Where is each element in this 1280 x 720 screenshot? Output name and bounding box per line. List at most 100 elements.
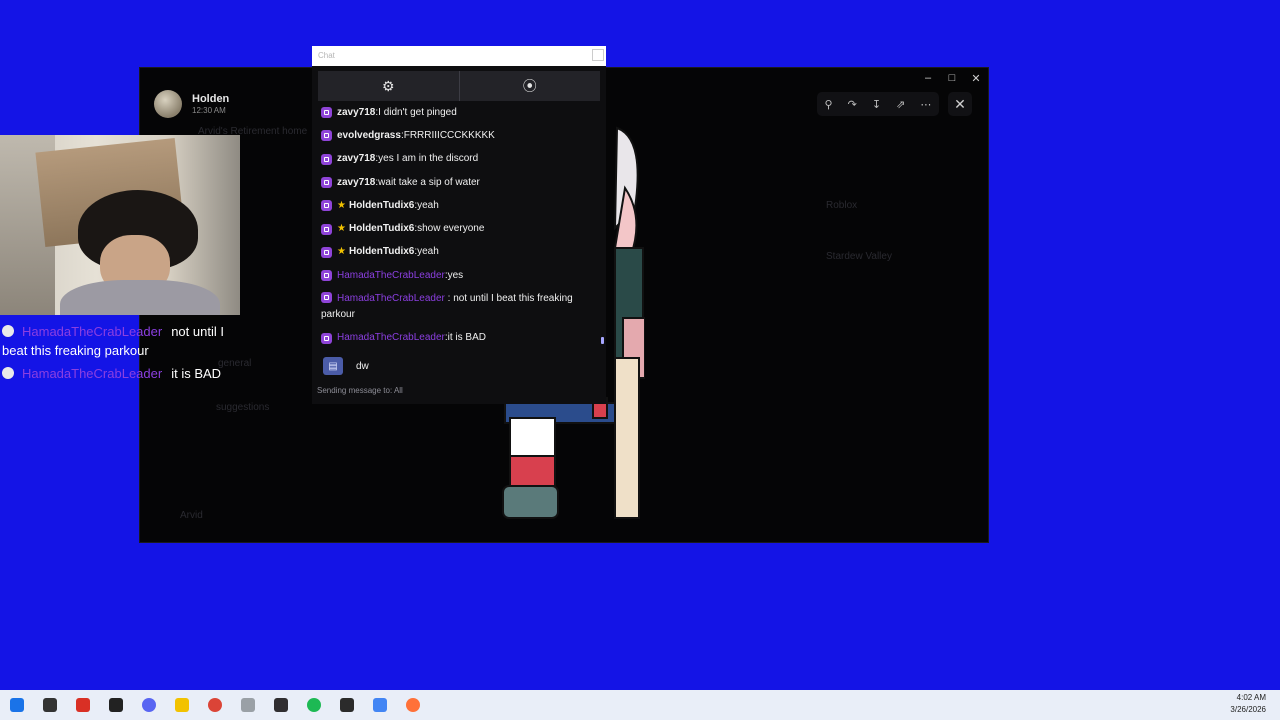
overlay-chat-line: HamadaTheCrabLeader it is BAD: [2, 366, 221, 381]
activity-stardew: Stardew Valley: [826, 251, 892, 262]
chat-message: zavy718 : yes I am in the discord: [317, 148, 597, 171]
twitch-icon: [321, 107, 332, 119]
close-window-icon[interactable]: ✕: [964, 68, 988, 88]
chrome-icon[interactable]: [198, 690, 231, 720]
close-chat-icon[interactable]: [592, 49, 604, 61]
chat-message: HamadaTheCrabLeader : it is BAD: [317, 326, 597, 349]
star-icon: ★: [337, 223, 346, 235]
maximize-icon[interactable]: □: [940, 68, 964, 88]
star-icon: ★: [337, 199, 346, 211]
popout-icon[interactable]: ⦿: [458, 71, 601, 101]
app-gray-icon[interactable]: [231, 690, 264, 720]
voice-user-name: Arvid: [180, 510, 203, 521]
chat-username[interactable]: evolvedgrass: [337, 128, 401, 144]
chat-text: FRRRIIICCCKKKKK: [403, 129, 495, 141]
app-red-icon[interactable]: [66, 690, 99, 720]
chat-username[interactable]: zavy718: [337, 105, 375, 121]
windows-start-icon[interactable]: [0, 690, 33, 720]
folder-icon[interactable]: [165, 690, 198, 720]
twitch-icon: [321, 246, 332, 258]
chat-username[interactable]: HamadaTheCrabLeader: [337, 330, 445, 346]
chat-message: zavy718 : I didn't get pinged: [317, 101, 597, 124]
download-icon[interactable]: ↧: [872, 98, 881, 111]
open-external-icon[interactable]: ⇗: [896, 98, 905, 111]
chat-titlebar: Chat: [312, 46, 606, 66]
channel-general: general: [218, 358, 252, 369]
message-icon: ▤: [323, 357, 343, 375]
chat-username[interactable]: HamadaTheCrabLeader: [337, 293, 445, 304]
forward-icon[interactable]: ↷: [848, 98, 857, 111]
skull-icon: [2, 367, 14, 379]
overlay-text: not until I: [171, 324, 224, 339]
chat-title: Chat: [318, 51, 335, 60]
chat-message-list: zavy718 : I didn't get pinged evolvedgra…: [317, 101, 597, 350]
skull-icon: [2, 325, 14, 337]
upload-time: 12:30 AM: [192, 106, 226, 115]
overlay-username: HamadaTheCrabLeader: [22, 324, 163, 339]
chat-message: ★ HoldenTudix6 : yeah: [317, 241, 597, 264]
overlay-chat-line: HamadaTheCrabLeader not until I: [2, 324, 224, 339]
uploader-info: Holden 12:30 AM: [154, 90, 229, 118]
app-multicolor-icon[interactable]: [363, 690, 396, 720]
chat-username[interactable]: HoldenTudix6: [349, 221, 414, 237]
twitch-icon: [321, 130, 332, 142]
channel-suggestions: suggestions: [216, 402, 270, 413]
chat-text: wait take a sip of water: [378, 176, 480, 188]
chat-message: ★ HoldenTudix6 : yeah: [317, 194, 597, 217]
twitch-icon: [321, 270, 332, 282]
terminal-icon[interactable]: [330, 690, 363, 720]
twitch-icon: [321, 200, 332, 212]
chat-text: show everyone: [417, 223, 485, 235]
chat-username[interactable]: HoldenTudix6: [349, 244, 414, 260]
chat-message: HamadaTheCrabLeader : not until I beat t…: [317, 287, 597, 326]
webcam-feed: [0, 135, 240, 315]
chat-username[interactable]: zavy718: [337, 175, 375, 191]
settings-icon[interactable]: ⚙: [318, 71, 459, 101]
sending-to-label: Sending message to: All: [317, 386, 403, 395]
chat-popout: Chat ⚙ ⦿ zavy718 : I didn't get pinged e…: [312, 46, 606, 404]
avatar: [154, 90, 182, 118]
twitch-icon: [321, 153, 332, 165]
discord-icon[interactable]: [132, 690, 165, 720]
uploader-name: Holden: [192, 93, 230, 105]
window-controls: – □ ✕: [916, 68, 988, 88]
more-icon[interactable]: ⋯: [920, 98, 931, 111]
chat-separator: :: [444, 293, 454, 305]
chat-input[interactable]: ▤ dw: [318, 353, 600, 379]
chat-message: zavy718 : wait take a sip of water: [317, 171, 597, 194]
overlay-text: it is BAD: [171, 366, 222, 381]
twitch-icon: [321, 177, 332, 189]
chat-text: I didn't get pinged: [378, 106, 457, 118]
minimize-icon[interactable]: –: [916, 68, 940, 88]
obs-icon[interactable]: [264, 690, 297, 720]
clock-date: 3/26/2026: [1230, 705, 1266, 714]
overlay-text: beat this freaking parkour: [2, 343, 149, 358]
taskbar-apps: [0, 690, 429, 720]
chat-text: yeah: [417, 199, 439, 211]
chat-text: it is BAD: [447, 332, 486, 344]
twitch-icon: [321, 332, 332, 344]
chat-username[interactable]: HamadaTheCrabLeader: [337, 268, 445, 284]
chat-username[interactable]: zavy718: [337, 151, 375, 167]
chat-message: ★ HoldenTudix6 : show everyone: [317, 217, 597, 240]
star-icon: ★: [337, 246, 346, 258]
chat-username[interactable]: HoldenTudix6: [349, 198, 414, 214]
chat-message: HamadaTheCrabLeader : yes: [317, 264, 597, 287]
chat-message: evolvedgrass : FRRRIIICCCKKKKK: [317, 124, 597, 147]
chat-text: yeah: [417, 246, 439, 258]
firefox-icon[interactable]: [396, 690, 429, 720]
overlay-chat-line: beat this freaking parkour: [2, 343, 149, 358]
chat-input-value[interactable]: dw: [356, 361, 369, 372]
chat-scrollbar[interactable]: [601, 337, 604, 344]
twitch-icon: [321, 292, 332, 304]
spotify-icon[interactable]: [297, 690, 330, 720]
clock-time: 4:02 AM: [1236, 693, 1266, 702]
activity-roblox: Roblox: [826, 200, 858, 211]
search-icon[interactable]: [33, 690, 66, 720]
system-clock[interactable]: 4:02 AM 3/26/2026: [1230, 692, 1266, 716]
zoom-icon[interactable]: ⚲: [825, 98, 833, 111]
media-icon[interactable]: [99, 690, 132, 720]
chat-toolbar: ⚙ ⦿: [318, 71, 600, 101]
close-viewer-button[interactable]: ✕: [948, 92, 972, 116]
chat-text: yes: [447, 269, 464, 281]
